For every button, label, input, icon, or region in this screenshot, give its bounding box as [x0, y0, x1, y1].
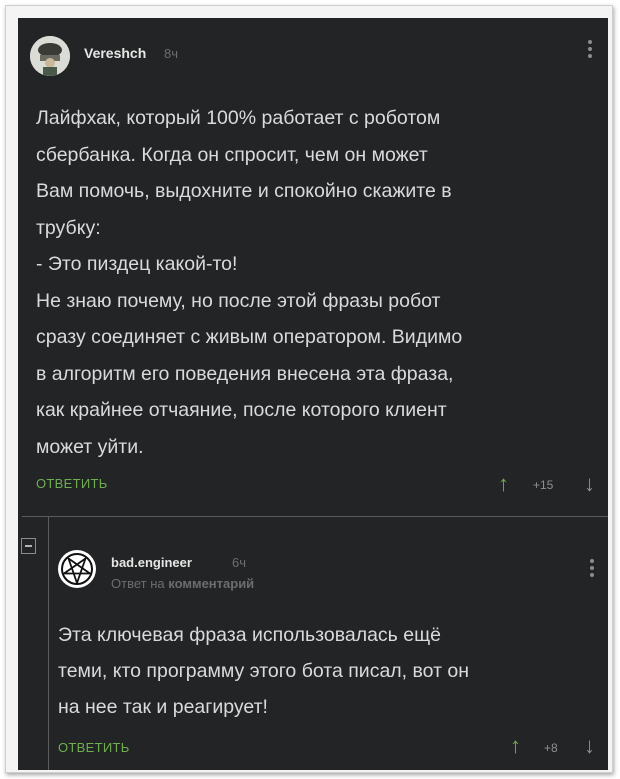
upvote-arrow-icon[interactable]: ↑ [510, 735, 521, 757]
reply-timestamp: 6ч [232, 555, 247, 570]
comment-line: как крайнее отчаяние, после которого кли… [36, 399, 447, 421]
reply-button[interactable]: ОТВЕТИТЬ [58, 740, 130, 755]
reply-to-label: Ответ на комментарий [111, 576, 254, 591]
thread-line [48, 516, 49, 770]
upvote-arrow-icon[interactable]: ↑ [498, 473, 509, 495]
comment-line: трубку: [36, 216, 101, 239]
collapse-thread-button[interactable] [21, 538, 36, 554]
reply-to-link[interactable]: комментарий [168, 576, 254, 591]
more-options-icon[interactable] [587, 40, 593, 61]
reply-body: Эта ключевая фраза использовалась ещё те… [58, 617, 603, 725]
comment-line: сбербанка. Когда он спросит, чем он може… [36, 143, 428, 166]
downvote-arrow-icon[interactable]: ↓ [584, 735, 595, 757]
comment-line: Не знаю почему, но после этой фразы робо… [36, 289, 441, 312]
comment-line: Вам помочь, выдохните и спокойно скажите… [36, 180, 452, 202]
more-options-icon[interactable] [589, 559, 595, 580]
reply-username[interactable]: bad.engineer [111, 555, 192, 570]
comments-panel: Vereshch 8ч Лайфхак, который 100% работа… [18, 18, 608, 770]
pentagram-avatar-icon [59, 551, 95, 587]
downvote-arrow-icon[interactable]: ↓ [584, 473, 595, 495]
comment-line: может уйти. [36, 435, 144, 458]
reply-button[interactable]: ОТВЕТИТЬ [36, 476, 108, 491]
user-avatar[interactable] [30, 36, 70, 76]
user-avatar[interactable] [58, 550, 96, 588]
comment-timestamp: 8ч [164, 46, 179, 61]
reply-to-prefix: Ответ на [111, 576, 165, 591]
rating-count: +8 [544, 741, 558, 755]
reply-line: на нее так и реагирует! [58, 696, 268, 718]
rating-count: +15 [533, 478, 554, 492]
comment-line: в алгоритм его поведения внесена эта фра… [36, 362, 454, 385]
reply-line: теми, кто программу этого бота писал, во… [58, 660, 470, 682]
comment-line: Лайфхак, который 100% работает с роботом [36, 107, 441, 129]
comment-username[interactable]: Vereshch [84, 45, 146, 61]
comment-body: Лайфхак, который 100% работает с роботом… [36, 100, 596, 465]
thread-line [22, 516, 608, 517]
screenshot-frame: Vereshch 8ч Лайфхак, который 100% работа… [5, 5, 613, 773]
comment-line: - Это пиздец какой-то! [36, 253, 238, 275]
reply-line: Эта ключевая фраза использовалась ещё [58, 624, 441, 646]
comment-line: сразу соединяет с живым оператором. Види… [36, 326, 463, 348]
